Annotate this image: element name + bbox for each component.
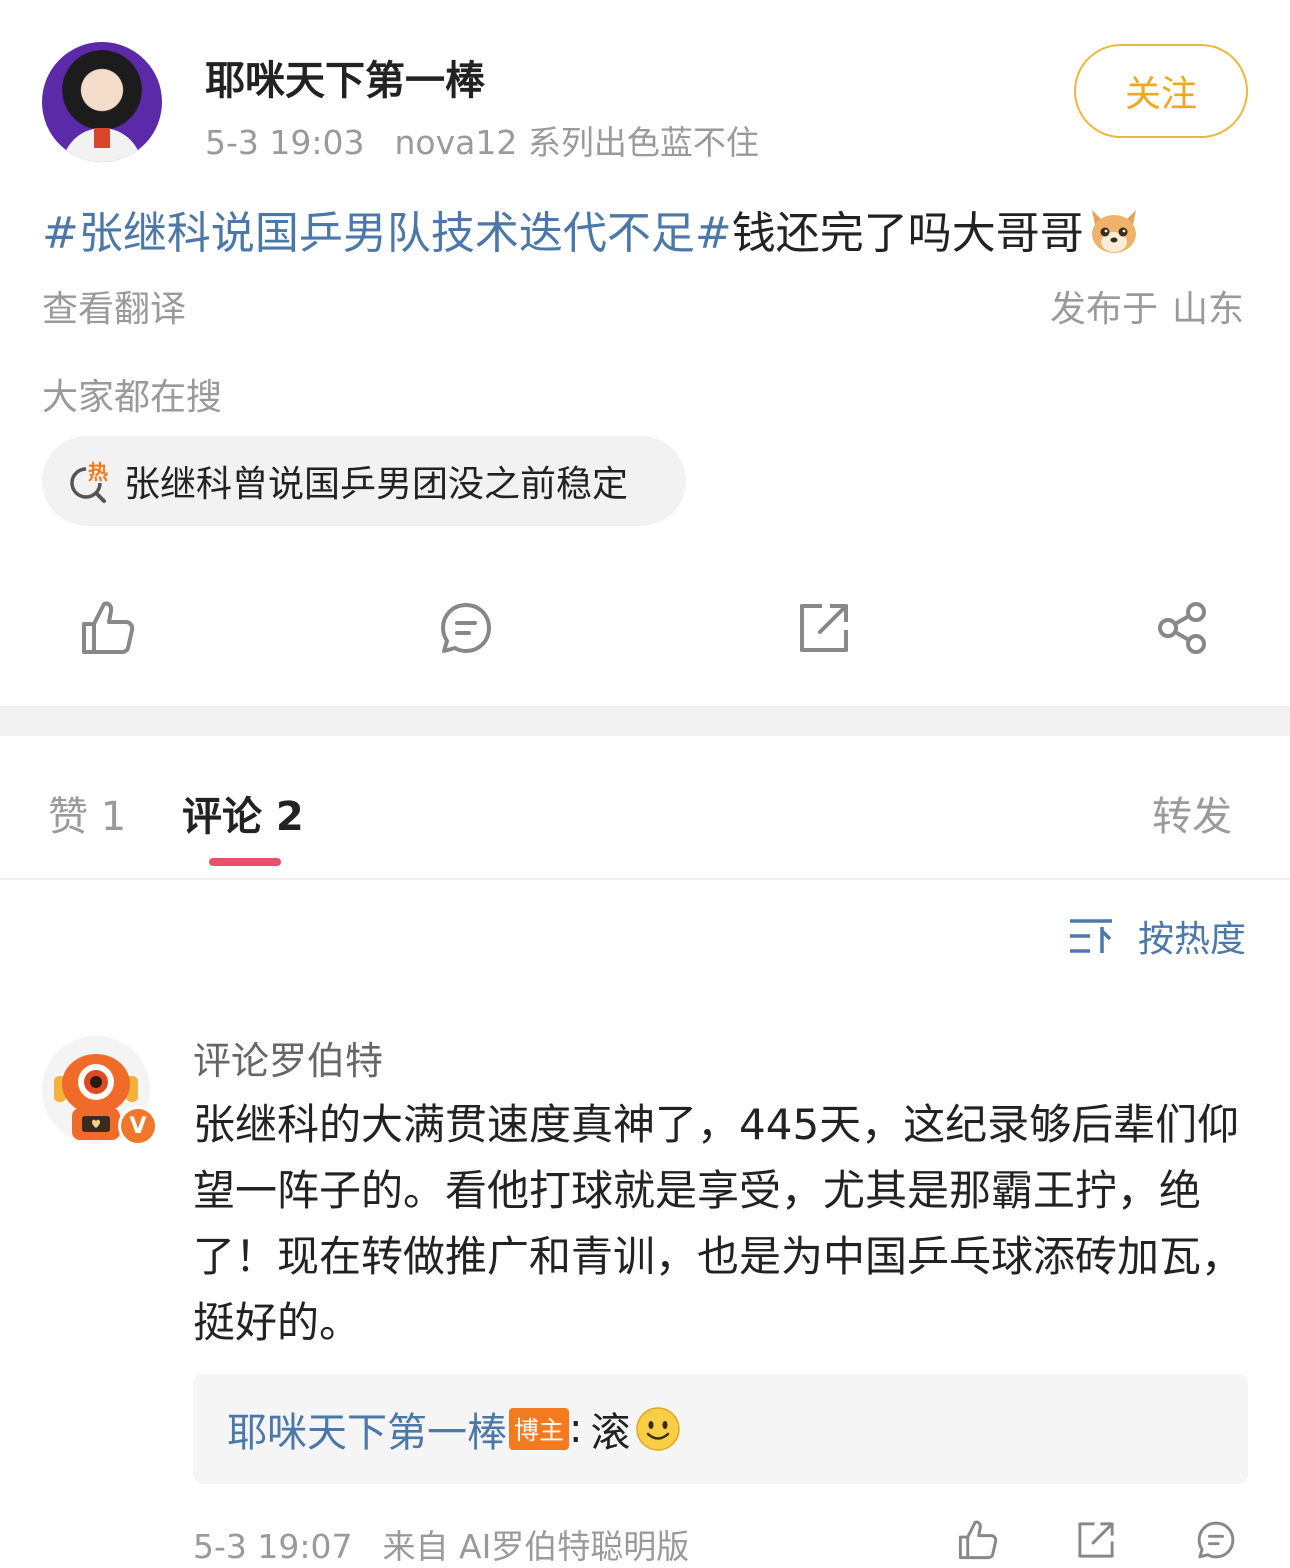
comment-text: 张继科的大满贯速度真神了，445天，这纪录够后辈们仰望一阵子的。看他打球就是享受…	[193, 1100, 1244, 1347]
verified-badge: V	[118, 1106, 158, 1146]
thumbs-up-icon[interactable]	[78, 598, 138, 658]
post-meta: 5-3 19:03 nova12 系列出色蓝不住	[205, 116, 759, 164]
commenter-name[interactable]: 评论罗伯特	[193, 1030, 383, 1085]
section-divider	[0, 706, 1290, 736]
post-body-text: 钱还完了吗大哥哥	[731, 208, 1084, 259]
dog-emoji-icon	[1091, 210, 1136, 253]
tab-divider	[0, 878, 1290, 880]
hot-search-pill[interactable]: 热 张继科曾说国乒男团没之前稳定	[42, 436, 686, 526]
author-avatar[interactable]	[42, 42, 162, 162]
repost-icon[interactable]	[794, 598, 854, 658]
follow-button[interactable]: 关注	[1074, 44, 1248, 138]
location-name: 山东	[1171, 289, 1244, 330]
hot-search-icon: 热	[70, 459, 110, 503]
reply-preview[interactable]: 耶咪天下第一棒 博主: 滚	[193, 1374, 1248, 1484]
post-text: #张继科说国乒男队技术迭代不足#钱还完了吗大哥哥	[42, 202, 1142, 266]
hot-search-text: 张继科曾说国乒男团没之前稳定	[124, 464, 629, 505]
reply-author[interactable]: 耶咪天下第一棒	[227, 1400, 507, 1458]
blogger-badge: 博主	[509, 1408, 570, 1450]
post-location: 发布于 山东	[1050, 280, 1244, 332]
tab-reposts[interactable]: 转发	[1152, 784, 1232, 842]
post-time: 5-3 19:03	[205, 123, 365, 162]
post-device: nova12 系列出色蓝不住	[394, 123, 759, 162]
sort-icon	[1069, 919, 1112, 953]
tab-likes[interactable]: 赞 1	[48, 784, 126, 842]
active-tab-indicator	[209, 858, 281, 866]
avatar-collar	[94, 128, 110, 148]
sort-label: 按热度	[1137, 919, 1246, 960]
translate-link[interactable]: 查看翻译	[42, 280, 186, 332]
smile-emoji-icon	[635, 1407, 680, 1451]
comment-repost-icon[interactable]	[1074, 1518, 1118, 1562]
search-section-title: 大家都在搜	[42, 377, 223, 418]
reply-text: 滚	[590, 1410, 631, 1456]
location-prefix: 发布于	[1049, 289, 1158, 330]
comment-reply-icon[interactable]	[1194, 1518, 1238, 1562]
comment-source: 来自 AI罗伯特聪明版	[382, 1527, 690, 1566]
tab-comments[interactable]: 评论 2	[182, 784, 304, 842]
comment-time: 5-3 19:07	[193, 1527, 353, 1566]
hashtag-link[interactable]: #张继科说国乒男队技术迭代不足#	[42, 208, 732, 259]
hot-badge: 热	[88, 460, 108, 484]
comment-like-icon[interactable]	[956, 1518, 1000, 1562]
comment-icon[interactable]	[436, 598, 496, 658]
share-icon[interactable]	[1152, 598, 1212, 658]
comment-meta: 5-3 19:07 来自 AI罗伯特聪明版	[193, 1520, 689, 1568]
sort-button[interactable]: 按热度	[1068, 910, 1246, 962]
reply-colon: :	[569, 1406, 583, 1452]
author-name[interactable]: 耶咪天下第一棒	[205, 48, 485, 106]
